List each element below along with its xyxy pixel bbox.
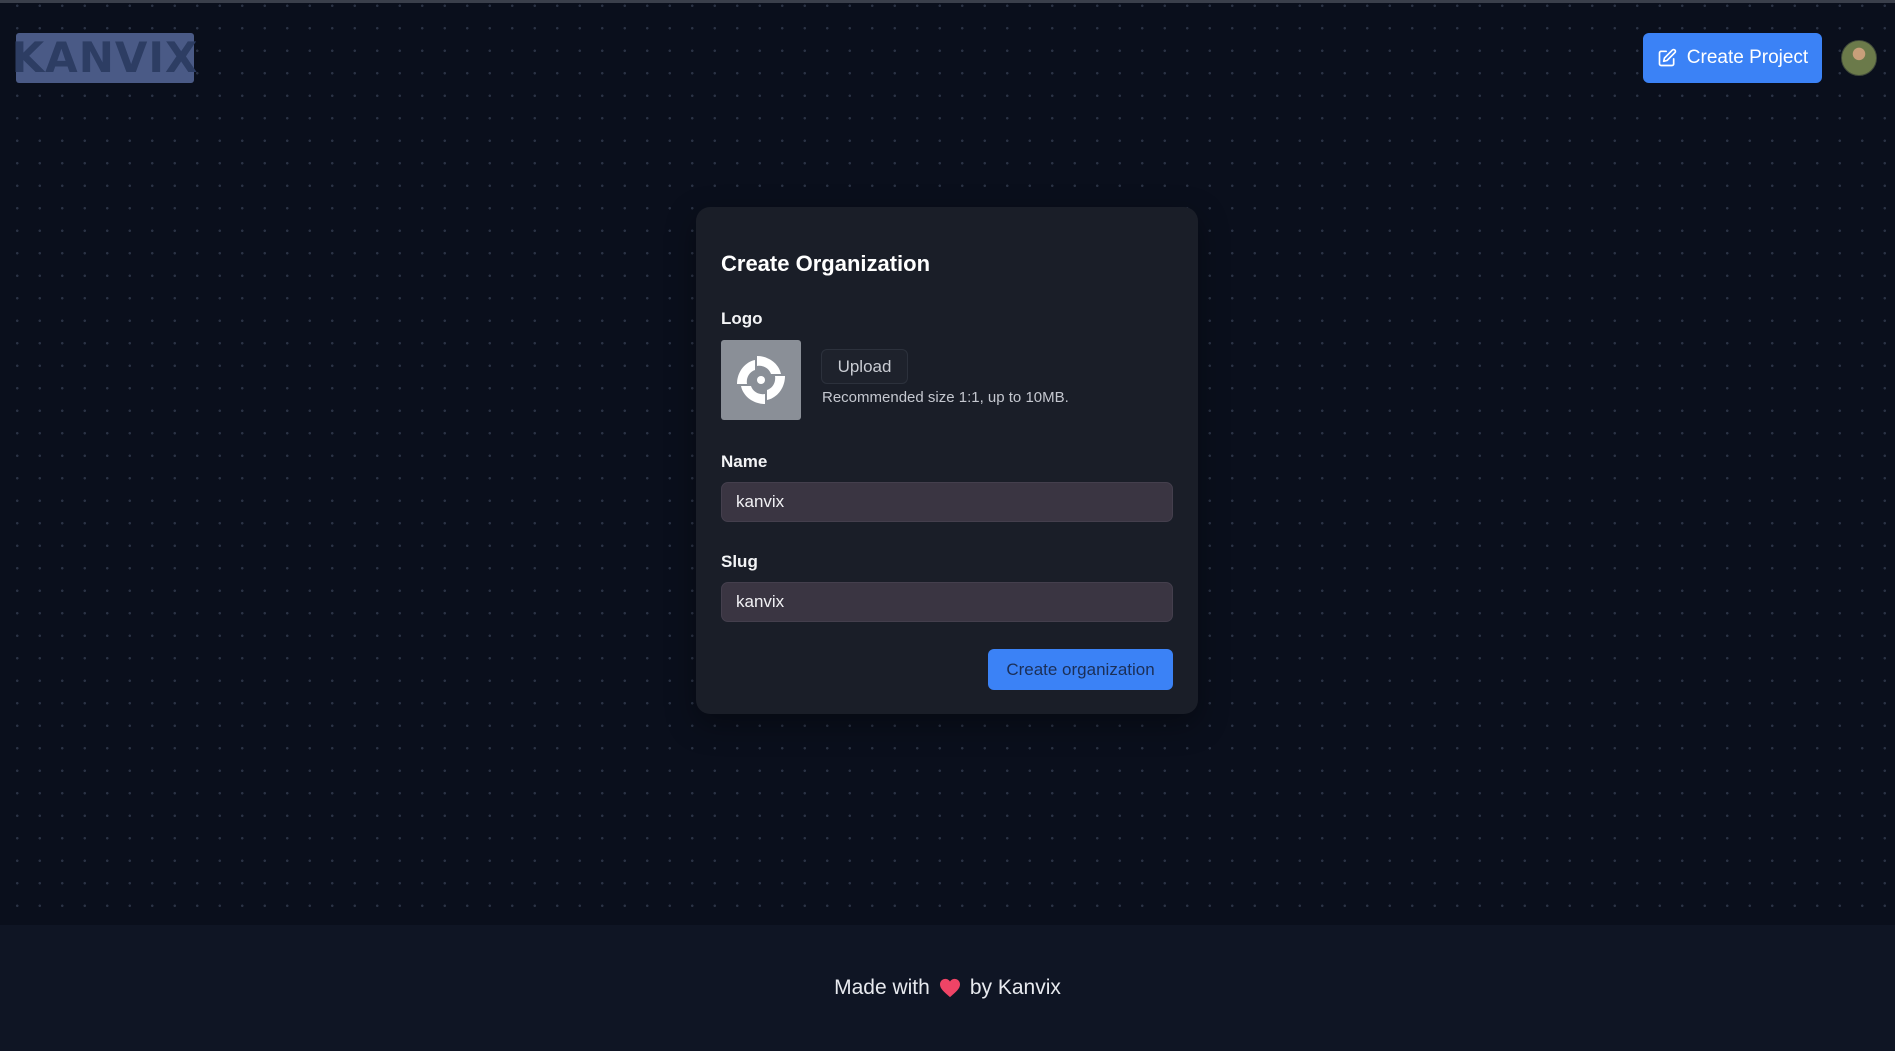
slug-label: Slug (721, 552, 758, 571)
create-organization-button[interactable]: Create organization (988, 649, 1173, 690)
create-project-label: Create Project (1686, 47, 1809, 68)
upload-button[interactable]: Upload (821, 349, 908, 384)
org-logo-icon (737, 356, 785, 404)
name-label: Name (721, 452, 768, 471)
logo-preview (721, 340, 801, 420)
slug-input[interactable] (721, 582, 1173, 622)
footer: Made with by Kanvix (0, 925, 1895, 1051)
app-logo[interactable]: KANVIX (12, 33, 197, 83)
name-input[interactable] (721, 482, 1173, 522)
create-organization-card: Create Organization Logo Upload Recommen… (696, 207, 1198, 714)
card-title: Create Organization (721, 251, 931, 276)
edit-icon (1658, 48, 1676, 67)
heart-icon (939, 978, 960, 998)
footer-text: Made with by Kanvix (834, 976, 1061, 1000)
logo-label: Logo (721, 309, 763, 328)
upload-hint: Recommended size 1:1, up to 10MB. (822, 389, 1069, 406)
by-kanvix-text: by Kanvix (969, 976, 1061, 999)
create-project-button[interactable]: Create Project (1643, 33, 1822, 83)
logo-text: KANVIX (11, 33, 199, 82)
made-with-text: Made with (834, 976, 930, 999)
user-avatar[interactable] (1841, 40, 1877, 76)
